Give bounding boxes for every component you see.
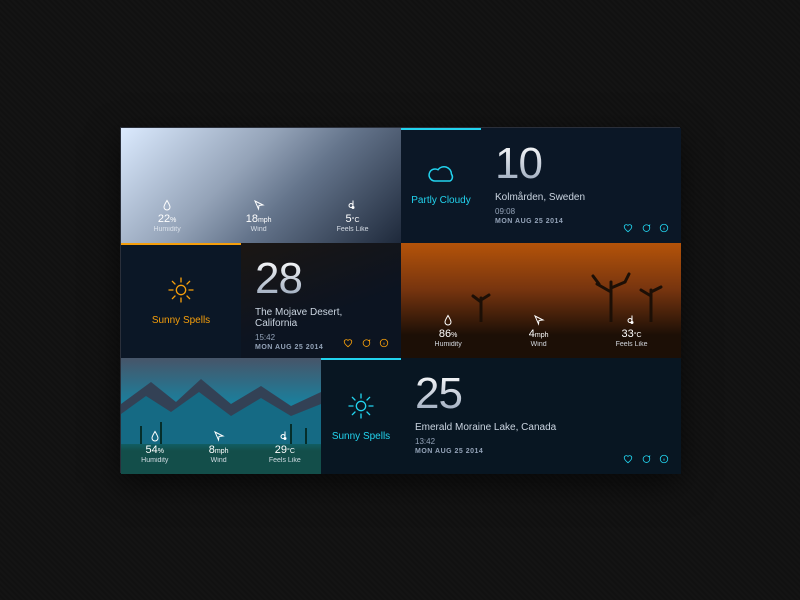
location: Kolmården, Sweden <box>495 192 667 203</box>
card-2-stats: 54% Humidity 8mph Wind 29°C Feels Like <box>121 430 321 464</box>
thermometer-icon <box>626 314 638 326</box>
info-icon[interactable] <box>659 223 669 233</box>
stat-wind: 8mph Wind <box>209 430 229 464</box>
heart-icon[interactable] <box>623 223 633 233</box>
temp-value: 10°C <box>495 142 667 186</box>
droplet-icon <box>442 314 454 326</box>
cursor-icon <box>253 199 265 211</box>
sun-icon <box>345 390 377 422</box>
card-0-main: 10°C Kolmården, Sweden 09:08 MON AUG 25 … <box>481 128 681 243</box>
droplet-icon <box>149 430 161 442</box>
thermometer-icon <box>279 430 291 442</box>
weather-dashboard: 22% Humidity 18mph Wind 5°C Feels Like P… <box>120 127 680 473</box>
comment-icon[interactable] <box>641 223 651 233</box>
card-1-actions <box>343 338 389 348</box>
desert-scene-icon <box>411 262 681 322</box>
time: 13:42 <box>415 437 667 446</box>
cursor-icon <box>213 430 225 442</box>
location: The Mojave Desert, California <box>255 307 387 329</box>
card-2-photo: 54% Humidity 8mph Wind 29°C Feels Like <box>121 358 321 474</box>
card-0-condition: Partly Cloudy <box>401 128 481 243</box>
card-1-stats: 86% Humidity 4mph Wind 33°C Feels Like <box>401 314 681 348</box>
card-2-main: 25°C Emerald Moraine Lake, Canada 13:42 … <box>401 358 681 474</box>
droplet-icon <box>161 199 173 211</box>
info-icon[interactable] <box>379 338 389 348</box>
heart-icon[interactable] <box>343 338 353 348</box>
cloud-icon <box>426 164 456 186</box>
comment-icon[interactable] <box>641 454 651 464</box>
stat-humidity: 54% Humidity <box>141 430 168 464</box>
time: 09:08 <box>495 207 667 216</box>
stat-humidity: 86% Humidity <box>435 314 462 348</box>
stat-wind: 4mph Wind <box>529 314 549 348</box>
card-1-condition: Sunny Spells <box>121 243 241 358</box>
location: Emerald Moraine Lake, Canada <box>415 422 667 433</box>
temp-value: 28°C <box>255 257 387 301</box>
card-1-main: 28°C The Mojave Desert, California 15:42… <box>241 243 401 358</box>
heart-icon[interactable] <box>623 454 633 464</box>
card-1-photo: 86% Humidity 4mph Wind 33°C Feels Like <box>401 243 681 358</box>
sun-icon <box>165 274 197 306</box>
stat-feels: 5°C Feels Like <box>337 199 369 233</box>
stat-feels: 33°C Feels Like <box>616 314 648 348</box>
stat-feels: 29°C Feels Like <box>269 430 301 464</box>
card-2-condition: Sunny Spells <box>321 358 401 474</box>
card-0-photo: 22% Humidity 18mph Wind 5°C Feels Like <box>121 128 401 243</box>
card-2-actions <box>623 454 669 464</box>
card-0-stats: 22% Humidity 18mph Wind 5°C Feels Like <box>121 199 401 233</box>
cursor-icon <box>533 314 545 326</box>
thermometer-icon <box>347 199 359 211</box>
stat-humidity: 22% Humidity <box>153 199 180 233</box>
stat-wind: 18mph Wind <box>246 199 272 233</box>
comment-icon[interactable] <box>361 338 371 348</box>
card-0-actions <box>623 223 669 233</box>
temp-value: 25°C <box>415 372 667 416</box>
info-icon[interactable] <box>659 454 669 464</box>
